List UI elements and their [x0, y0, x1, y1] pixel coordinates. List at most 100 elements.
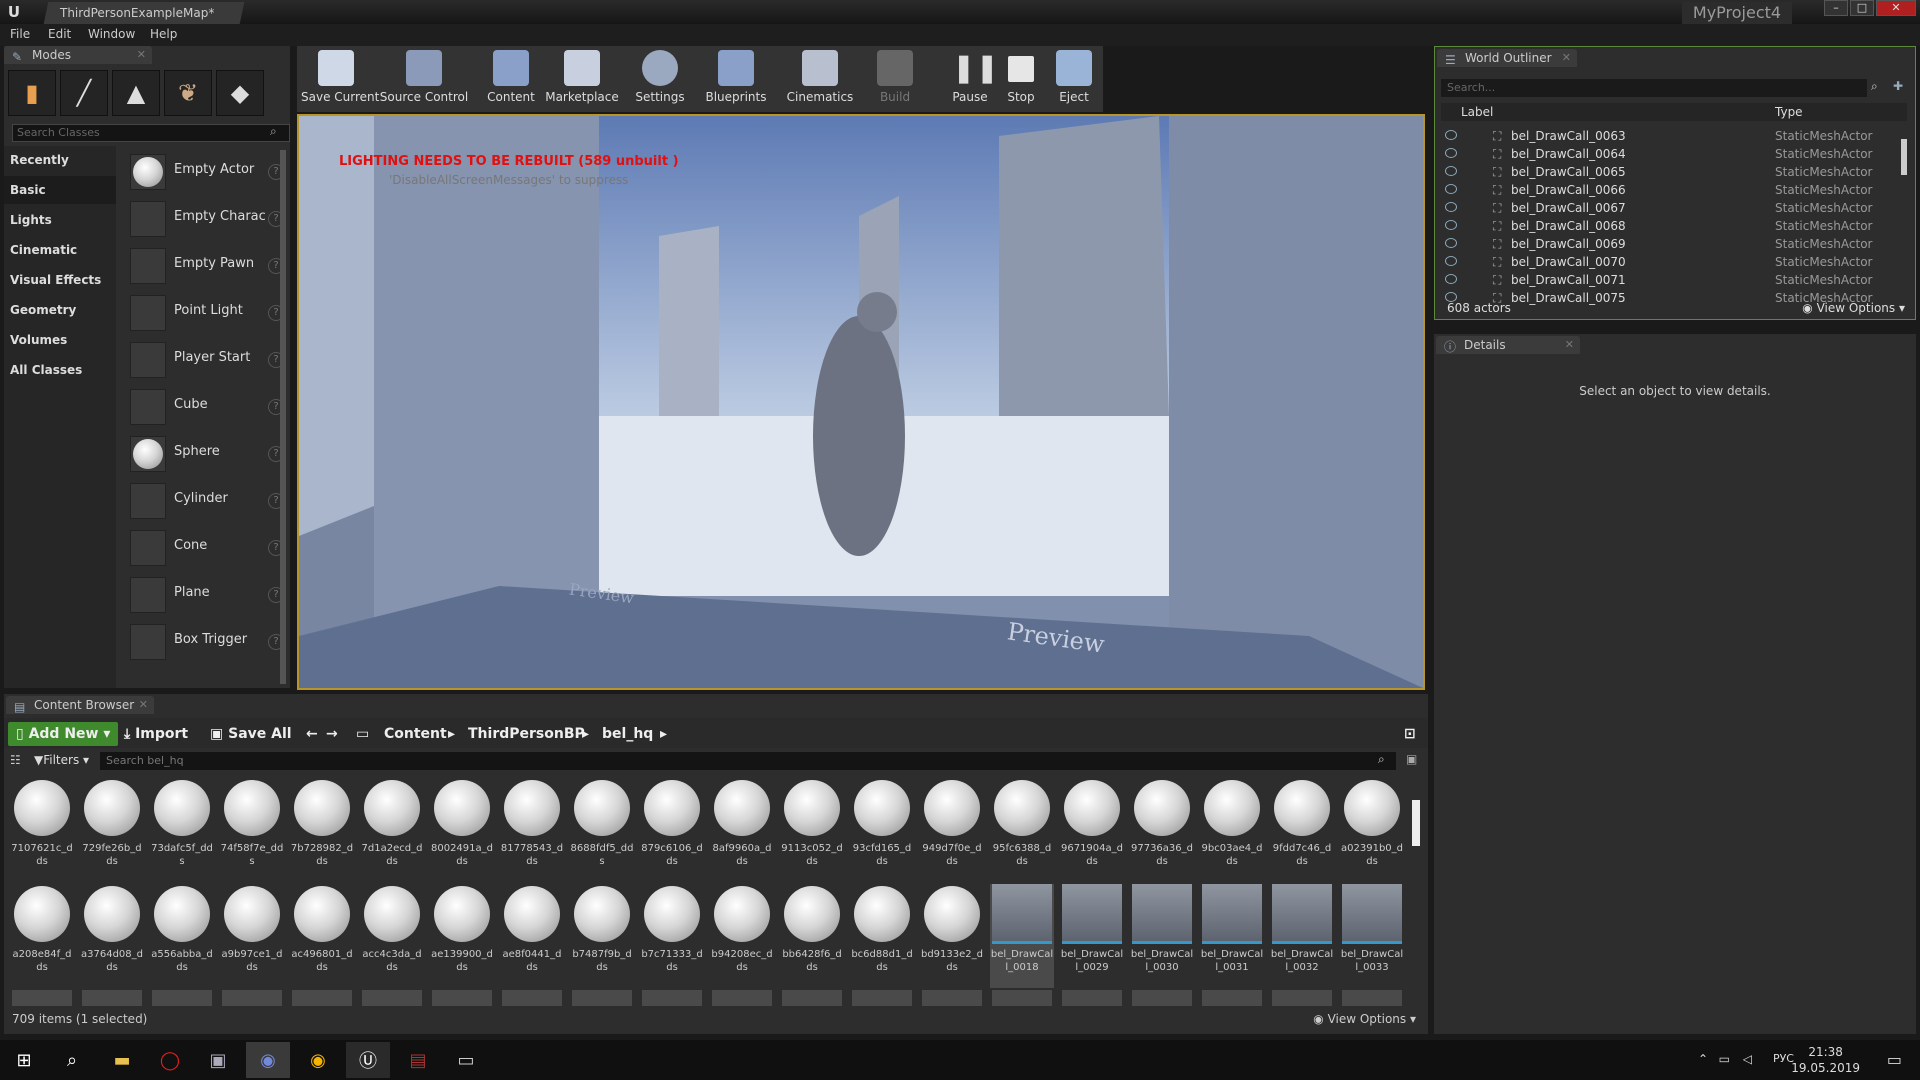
save-search-icon[interactable]: ▣	[1406, 752, 1417, 766]
document-tab[interactable]: ThirdPersonExampleMap*	[43, 2, 245, 24]
outliner-row[interactable]: ⛶ bel_DrawCall_0070 StaticMeshActor	[1441, 253, 1891, 271]
asset-tile[interactable]: 95fc6388_dds	[990, 778, 1054, 882]
save-all-button[interactable]: ▣ Save All	[210, 722, 292, 746]
world-outliner-tab[interactable]: ☰ World Outliner ✕	[1437, 49, 1577, 67]
outliner-row[interactable]: ⛶ bel_DrawCall_0069 StaticMeshActor	[1441, 235, 1891, 253]
pause-button[interactable]: ❚❚ Pause	[945, 46, 999, 112]
asset-tile[interactable]: 8688fdf5_dds	[570, 778, 634, 882]
actor-box-trigger[interactable]: Box Trigger?	[128, 620, 284, 664]
close-tab-icon[interactable]: ✕	[1562, 49, 1571, 67]
asset-tile-partial[interactable]	[852, 990, 912, 1006]
app-icon[interactable]: ▣	[196, 1042, 240, 1078]
file-explorer-icon[interactable]: ▬	[100, 1042, 144, 1078]
breadcrumb-thirdpersonbp[interactable]: ThirdPersonBP	[468, 722, 585, 746]
filters-button[interactable]: ▼Filters ▾	[34, 753, 89, 767]
asset-tile[interactable]: 9fdd7c46_dds	[1270, 778, 1334, 882]
geometry-mode-button[interactable]: ◆	[216, 70, 264, 116]
asset-tile-partial[interactable]	[922, 990, 982, 1006]
modes-tab[interactable]: ✎ Modes ✕	[4, 46, 152, 64]
asset-tile[interactable]: a556abba_dds	[150, 884, 214, 988]
lock-icon[interactable]: ⊡	[1404, 722, 1416, 746]
outliner-search-input[interactable]: Search...	[1441, 79, 1867, 97]
asset-tile-partial[interactable]	[572, 990, 632, 1006]
asset-tile-partial[interactable]	[782, 990, 842, 1006]
asset-tile[interactable]: a9b97ce1_dds	[220, 884, 284, 988]
scrollbar[interactable]	[1412, 800, 1420, 846]
asset-tile[interactable]: bel_DrawCall_0029	[1060, 884, 1124, 988]
asset-tile[interactable]: a02391b0_dds	[1340, 778, 1404, 882]
discord-icon[interactable]: ◉	[246, 1042, 290, 1078]
asset-tile-partial[interactable]	[12, 990, 72, 1006]
sources-toggle-icon[interactable]: ☷	[10, 753, 21, 767]
asset-tile[interactable]: 74f58f7e_dds	[220, 778, 284, 882]
asset-tile[interactable]: 9671904a_dds	[1060, 778, 1124, 882]
visibility-eye-icon[interactable]	[1445, 274, 1457, 284]
visibility-eye-icon[interactable]	[1445, 184, 1457, 194]
asset-tile[interactable]: bel_DrawCall_0030	[1130, 884, 1194, 988]
asset-tile[interactable]: 97736a36_dds	[1130, 778, 1194, 882]
actor-cube[interactable]: Cube?	[128, 385, 284, 429]
menu-help[interactable]: Help	[150, 27, 177, 41]
visibility-eye-icon[interactable]	[1445, 148, 1457, 158]
asset-tile-partial[interactable]	[292, 990, 352, 1006]
asset-tile[interactable]: 9bc03ae4_dds	[1200, 778, 1264, 882]
level-viewport[interactable]: LIGHTING NEEDS TO BE REBUILT (589 unbuil…	[297, 114, 1425, 690]
asset-tile-partial[interactable]	[222, 990, 282, 1006]
place-mode-button[interactable]: ▮	[8, 70, 56, 116]
actor-empty-character[interactable]: Empty Charac?	[128, 197, 284, 241]
actor-cylinder[interactable]: Cylinder?	[128, 479, 284, 523]
chrome-icon[interactable]: ◉	[296, 1042, 340, 1078]
windows-start-icon[interactable]: ⊞	[2, 1042, 46, 1078]
visibility-eye-icon[interactable]	[1445, 202, 1457, 212]
asset-tile-partial[interactable]	[1132, 990, 1192, 1006]
asset-tile[interactable]: acc4c3da_dds	[360, 884, 424, 988]
asset-tile[interactable]: 7b728982_dds	[290, 778, 354, 882]
category-all-classes[interactable]: All Classes	[4, 356, 116, 384]
landscape-mode-button[interactable]: ▲	[112, 70, 160, 116]
back-arrow-icon[interactable]: ←	[306, 722, 318, 746]
tray-chevron-icon[interactable]: ⌃	[1698, 1052, 1708, 1066]
asset-tile[interactable]: 7d1a2ecd_dds	[360, 778, 424, 882]
actor-empty-pawn[interactable]: Empty Pawn?	[128, 244, 284, 288]
asset-tile[interactable]: 81778543_dds	[500, 778, 564, 882]
label-column-header[interactable]: Label	[1461, 105, 1493, 119]
search-classes-input[interactable]: Search Classes	[12, 124, 290, 142]
scrollbar[interactable]	[1901, 139, 1907, 175]
opera-browser-icon[interactable]: ◯	[148, 1042, 192, 1078]
actor-plane[interactable]: Plane?	[128, 573, 284, 617]
asset-tile-partial[interactable]	[82, 990, 142, 1006]
asset-tile-partial[interactable]	[712, 990, 772, 1006]
visibility-eye-icon[interactable]	[1445, 238, 1457, 248]
asset-tile[interactable]: 73dafc5f_dds	[150, 778, 214, 882]
visibility-eye-icon[interactable]	[1445, 220, 1457, 230]
asset-tile[interactable]: bel_DrawCall_0033	[1340, 884, 1404, 988]
menu-window[interactable]: Window	[88, 27, 135, 41]
asset-tile[interactable]: 8002491a_dds	[430, 778, 494, 882]
actor-cone[interactable]: Cone?	[128, 526, 284, 570]
category-visual-effects[interactable]: Visual Effects	[4, 266, 116, 294]
asset-tile[interactable]: a3764d08_dds	[80, 884, 144, 988]
asset-tile[interactable]: 949d7f0e_dds	[920, 778, 984, 882]
outliner-row[interactable]: ⛶ bel_DrawCall_0066 StaticMeshActor	[1441, 181, 1891, 199]
outliner-row[interactable]: ⛶ bel_DrawCall_0065 StaticMeshActor	[1441, 163, 1891, 181]
maximize-icon[interactable]: □	[1850, 0, 1874, 16]
asset-tile[interactable]: 93cfd165_dds	[850, 778, 914, 882]
type-column-header[interactable]: Type	[1775, 105, 1803, 119]
asset-tile[interactable]: 879c6106_dds	[640, 778, 704, 882]
stop-button[interactable]: Stop	[997, 46, 1045, 112]
terminal-icon[interactable]: ▭	[444, 1042, 488, 1078]
marketplace-button[interactable]: Marketplace	[545, 46, 619, 112]
outliner-row[interactable]: ⛶ bel_DrawCall_0064 StaticMeshActor	[1441, 145, 1891, 163]
asset-tile[interactable]: 8af9960a_dds	[710, 778, 774, 882]
category-lights[interactable]: Lights	[4, 206, 116, 234]
asset-tile[interactable]: ae8f0441_dds	[500, 884, 564, 988]
asset-tile-partial[interactable]	[642, 990, 702, 1006]
asset-tile[interactable]: bel_DrawCall_0018	[990, 884, 1054, 988]
cinematics-button[interactable]: Cinematics	[783, 46, 857, 112]
breadcrumb-bel-hq[interactable]: bel_hq	[602, 722, 653, 746]
settings-button[interactable]: Settings	[629, 46, 691, 112]
visibility-eye-icon[interactable]	[1445, 256, 1457, 266]
source-control-button[interactable]: Source Control	[377, 46, 471, 112]
asset-tile-partial[interactable]	[502, 990, 562, 1006]
asset-tile-partial[interactable]	[1202, 990, 1262, 1006]
